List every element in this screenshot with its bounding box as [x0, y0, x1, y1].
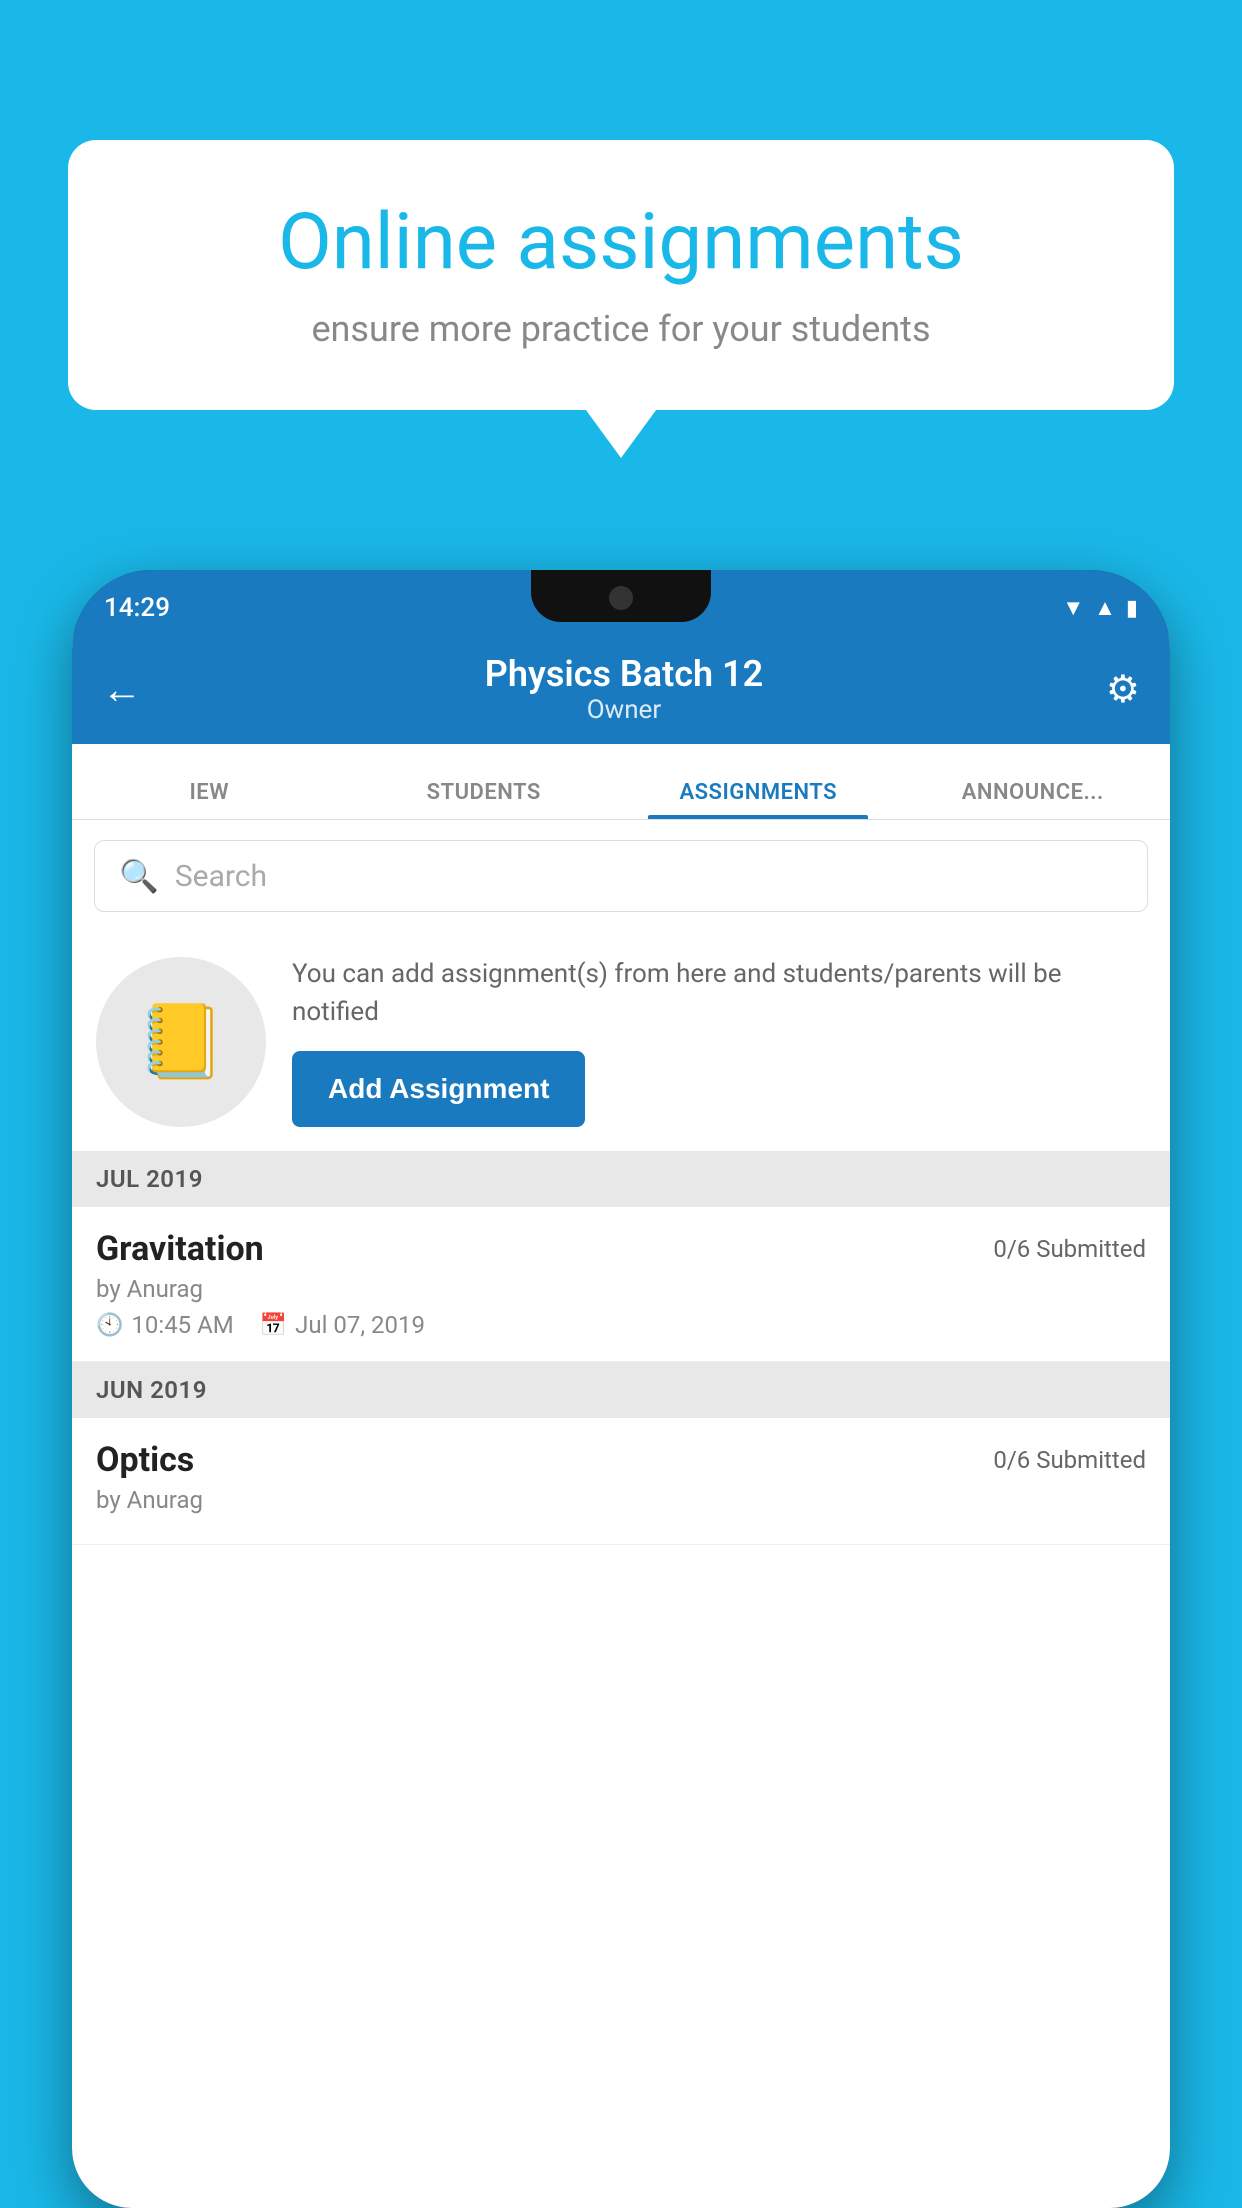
- assignment-by-gravitation: by Anurag: [96, 1275, 1146, 1303]
- assignment-submitted-optics: 0/6 Submitted: [993, 1446, 1146, 1474]
- tab-iew[interactable]: IEW: [72, 780, 347, 819]
- app-header: ← Physics Batch 12 Owner ⚙: [72, 634, 1170, 744]
- tab-announcements[interactable]: ANNOUNCE...: [896, 780, 1171, 819]
- tabs-bar: IEW STUDENTS ASSIGNMENTS ANNOUNCE...: [72, 744, 1170, 820]
- assignment-row-top: Gravitation 0/6 Submitted: [96, 1229, 1146, 1269]
- back-button[interactable]: ←: [102, 666, 142, 713]
- promo-icon-circle: 📒: [96, 957, 266, 1127]
- assignment-meta-gravitation: 🕙 10:45 AM 📅 Jul 07, 2019: [96, 1311, 1146, 1339]
- calendar-icon: 📅: [260, 1313, 287, 1338]
- search-placeholder: Search: [175, 859, 267, 894]
- app-screen: ← Physics Batch 12 Owner ⚙ IEW STUDENTS …: [72, 634, 1170, 2208]
- speech-bubble-title: Online assignments: [138, 200, 1104, 286]
- settings-icon[interactable]: ⚙: [1106, 667, 1140, 712]
- promo-description: You can add assignment(s) from here and …: [292, 956, 1146, 1031]
- search-bar[interactable]: 🔍 Search: [94, 840, 1148, 912]
- assignment-item-optics[interactable]: Optics 0/6 Submitted by Anurag: [72, 1418, 1170, 1545]
- speech-bubble: Online assignments ensure more practice …: [68, 140, 1174, 410]
- promo-text-area: You can add assignment(s) from here and …: [292, 956, 1146, 1127]
- search-icon: 🔍: [119, 857, 159, 895]
- phone-camera: [609, 586, 633, 610]
- speech-bubble-container: Online assignments ensure more practice …: [68, 140, 1174, 410]
- phone-frame: 14:29 ▼ ▲ ▮ ← Physics Batch 12 Owner ⚙ I…: [72, 570, 1170, 2208]
- section-month-jul: JUL 2019: [96, 1165, 203, 1193]
- status-icons: ▼ ▲ ▮: [1062, 595, 1138, 621]
- assignment-date-gravitation: 📅 Jul 07, 2019: [260, 1311, 425, 1339]
- section-month-jun: JUN 2019: [96, 1376, 207, 1404]
- speech-bubble-subtitle: ensure more practice for your students: [138, 308, 1104, 350]
- tab-students[interactable]: STUDENTS: [347, 780, 622, 819]
- status-time: 14:29: [104, 593, 170, 623]
- wifi-icon: ▼: [1062, 595, 1084, 621]
- section-jun-2019: JUN 2019: [72, 1362, 1170, 1418]
- search-container: 🔍 Search: [72, 820, 1170, 932]
- clock-icon: 🕙: [96, 1313, 123, 1338]
- assignment-name-gravitation: Gravitation: [96, 1229, 264, 1269]
- notebook-icon: 📒: [136, 999, 226, 1084]
- add-assignment-button[interactable]: Add Assignment: [292, 1051, 585, 1127]
- assignment-submitted-gravitation: 0/6 Submitted: [993, 1235, 1146, 1263]
- battery-icon: ▮: [1126, 596, 1138, 621]
- phone-notch: [531, 570, 711, 622]
- assignment-row-top-optics: Optics 0/6 Submitted: [96, 1440, 1146, 1480]
- section-jul-2019: JUL 2019: [72, 1151, 1170, 1207]
- header-subtitle: Owner: [485, 695, 763, 725]
- header-title: Physics Batch 12: [485, 653, 763, 695]
- assignment-name-optics: Optics: [96, 1440, 194, 1480]
- assignment-promo: 📒 You can add assignment(s) from here an…: [72, 932, 1170, 1151]
- header-title-area: Physics Batch 12 Owner: [485, 653, 763, 725]
- signal-icon: ▲: [1094, 595, 1116, 621]
- assignment-item-gravitation[interactable]: Gravitation 0/6 Submitted by Anurag 🕙 10…: [72, 1207, 1170, 1362]
- assignment-by-optics: by Anurag: [96, 1486, 1146, 1514]
- assignment-time-gravitation: 🕙 10:45 AM: [96, 1311, 234, 1339]
- tab-assignments[interactable]: ASSIGNMENTS: [621, 780, 896, 819]
